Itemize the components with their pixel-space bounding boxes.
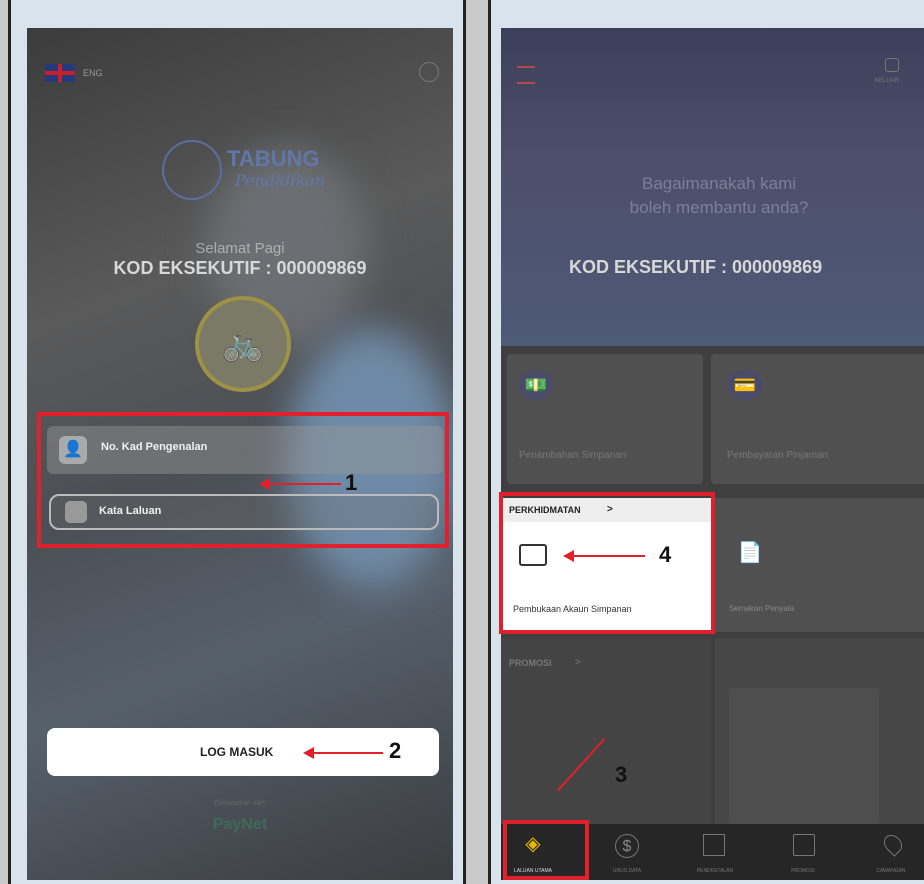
menu-icon[interactable] [517,66,535,84]
callout-arrow-1 [259,478,341,490]
chevron-right-icon[interactable]: > [575,657,581,668]
callout-box-4 [499,492,715,634]
login-button-label: LOG MASUK [200,745,274,759]
bicycle-avatar-icon[interactable]: 🚲 [195,296,291,392]
powered-by: Dikuasakan oleh [214,800,266,807]
promo-section: PROMOSI > [501,638,711,824]
promo-card-inner[interactable] [729,688,879,824]
logout-label[interactable]: KELUAR [875,78,899,84]
home-screen: KELUAR Bagaimanakah kami boleh membantu … [501,28,924,880]
qr-add-icon[interactable] [703,834,725,856]
nav-digitize-label[interactable]: PENDIGITALAN [685,868,745,874]
paynet-logo: PayNet [212,816,268,833]
tabung-logo-seal [162,140,222,200]
callout-arrow-2 [303,747,383,759]
uk-flag-icon[interactable] [45,64,75,82]
help-text-line1: Bagaimanakah kami [641,174,797,193]
tile-add-savings[interactable]: 💵 Penambahan Simpanan [507,354,703,484]
gift-icon[interactable] [793,834,815,856]
callout-arrow-4 [563,550,645,562]
statement-icon: 📄 [737,542,763,564]
nav-manage-data-label[interactable]: URUS DATA [597,868,657,874]
logout-lock-icon[interactable] [885,58,899,72]
language-label[interactable]: ENG [83,68,103,78]
user-help-icon[interactable] [419,62,439,82]
logo-title: TABUNG [227,146,320,171]
executive-code: KOD EKSEKUTIF : 000009869 [113,258,367,278]
nav-promo-label[interactable]: PROMOSI [773,868,833,874]
tile-statement-label: Semakan Penyata [729,604,795,613]
right-phone-frame: KELUAR Bagaimanakah kami boleh membantu … [488,0,924,884]
callout-box-3 [503,820,589,880]
executive-code: KOD EKSEKUTIF : 000009869 [569,257,823,277]
callout-number-1: 1 [345,470,358,495]
tile-loan-payment-label: Pembayaran Pinjaman [727,450,829,461]
help-text-line2: boleh membantu anda? [629,198,809,217]
tile-statement[interactable]: 📄 Semakan Penyata [715,498,924,632]
promo-header[interactable]: PROMOSI [509,658,552,668]
money-add-icon: 💵 [519,370,553,400]
callout-number-3: 3 [615,762,628,787]
tile-loan-payment[interactable]: 💳 Pembayaran Pinjaman [711,354,924,484]
greeting: Selamat Pagi [195,240,285,257]
tile-add-savings-label: Penambahan Simpanan [519,450,627,461]
card-payment-icon: 💳 [727,370,763,400]
logo-subtitle: Pendidikan [235,171,326,190]
callout-number-4: 4 [659,542,672,567]
callout-box-1 [37,412,449,548]
callout-number-2: 2 [389,738,402,763]
dollar-icon[interactable]: $ [615,834,639,858]
nav-branch-label[interactable]: CAWANGAN [861,868,921,874]
left-phone-frame: ENG TABUNG Pendidikan Selamat Pagi KOD E… [8,0,466,884]
